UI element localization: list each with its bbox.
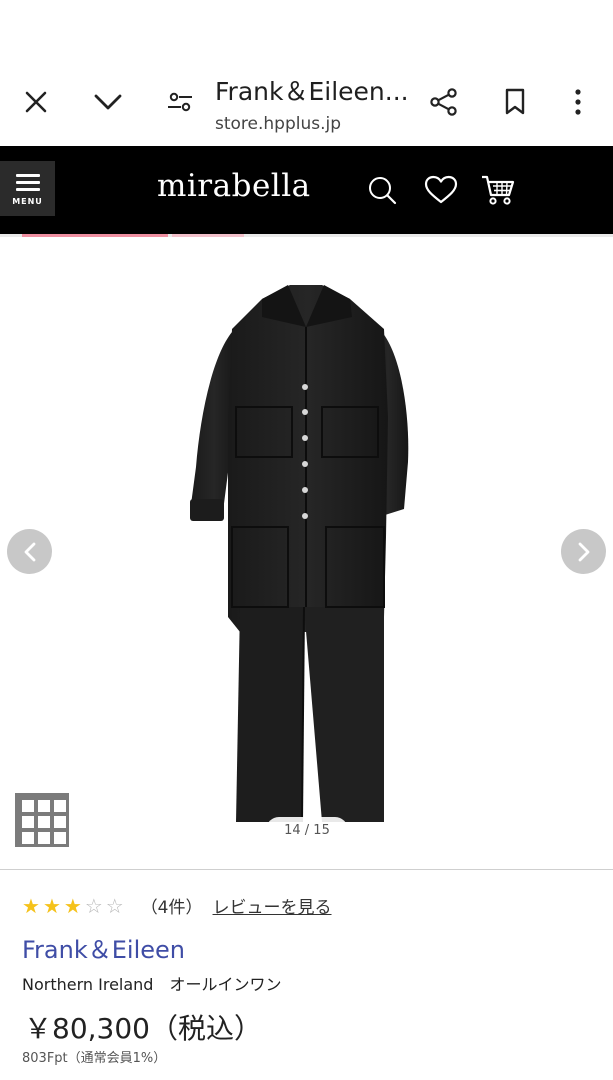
- thumbnail-grid-button[interactable]: [15, 793, 69, 847]
- grid-cell-icon: [38, 832, 50, 844]
- site-logo[interactable]: mirabella: [157, 168, 311, 204]
- product-name: Northern Ireland オールインワン: [22, 975, 282, 994]
- site-header: MENU mirabella: [0, 146, 613, 234]
- more-vert-icon[interactable]: [563, 84, 593, 120]
- grid-cell-icon: [38, 800, 50, 812]
- review-count: （4件）: [140, 898, 203, 918]
- browser-toolbar: Frank＆Eileen... store.hpplus.jp: [0, 0, 613, 146]
- close-icon[interactable]: [18, 84, 54, 120]
- chevron-left-icon: [24, 542, 35, 561]
- next-image-button[interactable]: [561, 529, 606, 574]
- chevron-down-icon[interactable]: [89, 84, 127, 120]
- heart-icon[interactable]: [421, 170, 461, 210]
- menu-bar-icon: [15, 173, 40, 177]
- points-info: 803Fpt（通常会員1%）: [22, 1051, 167, 1066]
- grid-cell-icon: [22, 800, 34, 812]
- site-settings-icon[interactable]: [162, 84, 198, 120]
- url-text[interactable]: store.hpplus.jp: [215, 114, 341, 134]
- rating-row: ★ ★ ★ ☆ ☆ （4件） レビューを見る: [22, 893, 332, 919]
- star-empty-icon: ☆: [84, 893, 103, 918]
- menu-label: MENU: [12, 196, 43, 206]
- grid-cell-icon: [22, 816, 34, 828]
- product-price: ￥80,300（税込）: [24, 1012, 262, 1045]
- bookmark-icon[interactable]: [497, 84, 533, 120]
- chevron-right-icon: [578, 542, 589, 561]
- star-empty-icon: ☆: [105, 893, 124, 918]
- menu-bar-icon: [15, 180, 40, 184]
- star-filled-icon: ★: [22, 893, 40, 918]
- menu-button[interactable]: MENU: [0, 161, 55, 216]
- prev-image-button[interactable]: [7, 529, 52, 574]
- star-filled-icon: ★: [63, 893, 82, 918]
- image-counter: 14 / 15: [266, 817, 348, 843]
- see-reviews-link[interactable]: レビューを見る: [213, 893, 332, 918]
- brand-link[interactable]: Frank＆Eileen: [22, 930, 185, 965]
- grid-cell-icon: [54, 800, 66, 812]
- grid-cell-icon: [54, 816, 66, 828]
- tab-title[interactable]: Frank＆Eileen...: [215, 72, 415, 108]
- product-image: [190, 285, 409, 823]
- product-image-gallery[interactable]: 14 / 15: [0, 237, 613, 869]
- section-divider: [0, 869, 613, 870]
- grid-cell-icon: [22, 832, 34, 844]
- cart-icon[interactable]: [478, 170, 518, 210]
- grid-cell-icon: [38, 816, 50, 828]
- search-icon[interactable]: [362, 170, 402, 210]
- star-filled-icon: ★: [42, 893, 61, 918]
- menu-bar-icon: [15, 187, 40, 191]
- share-icon[interactable]: [426, 84, 462, 120]
- grid-cell-icon: [54, 832, 66, 844]
